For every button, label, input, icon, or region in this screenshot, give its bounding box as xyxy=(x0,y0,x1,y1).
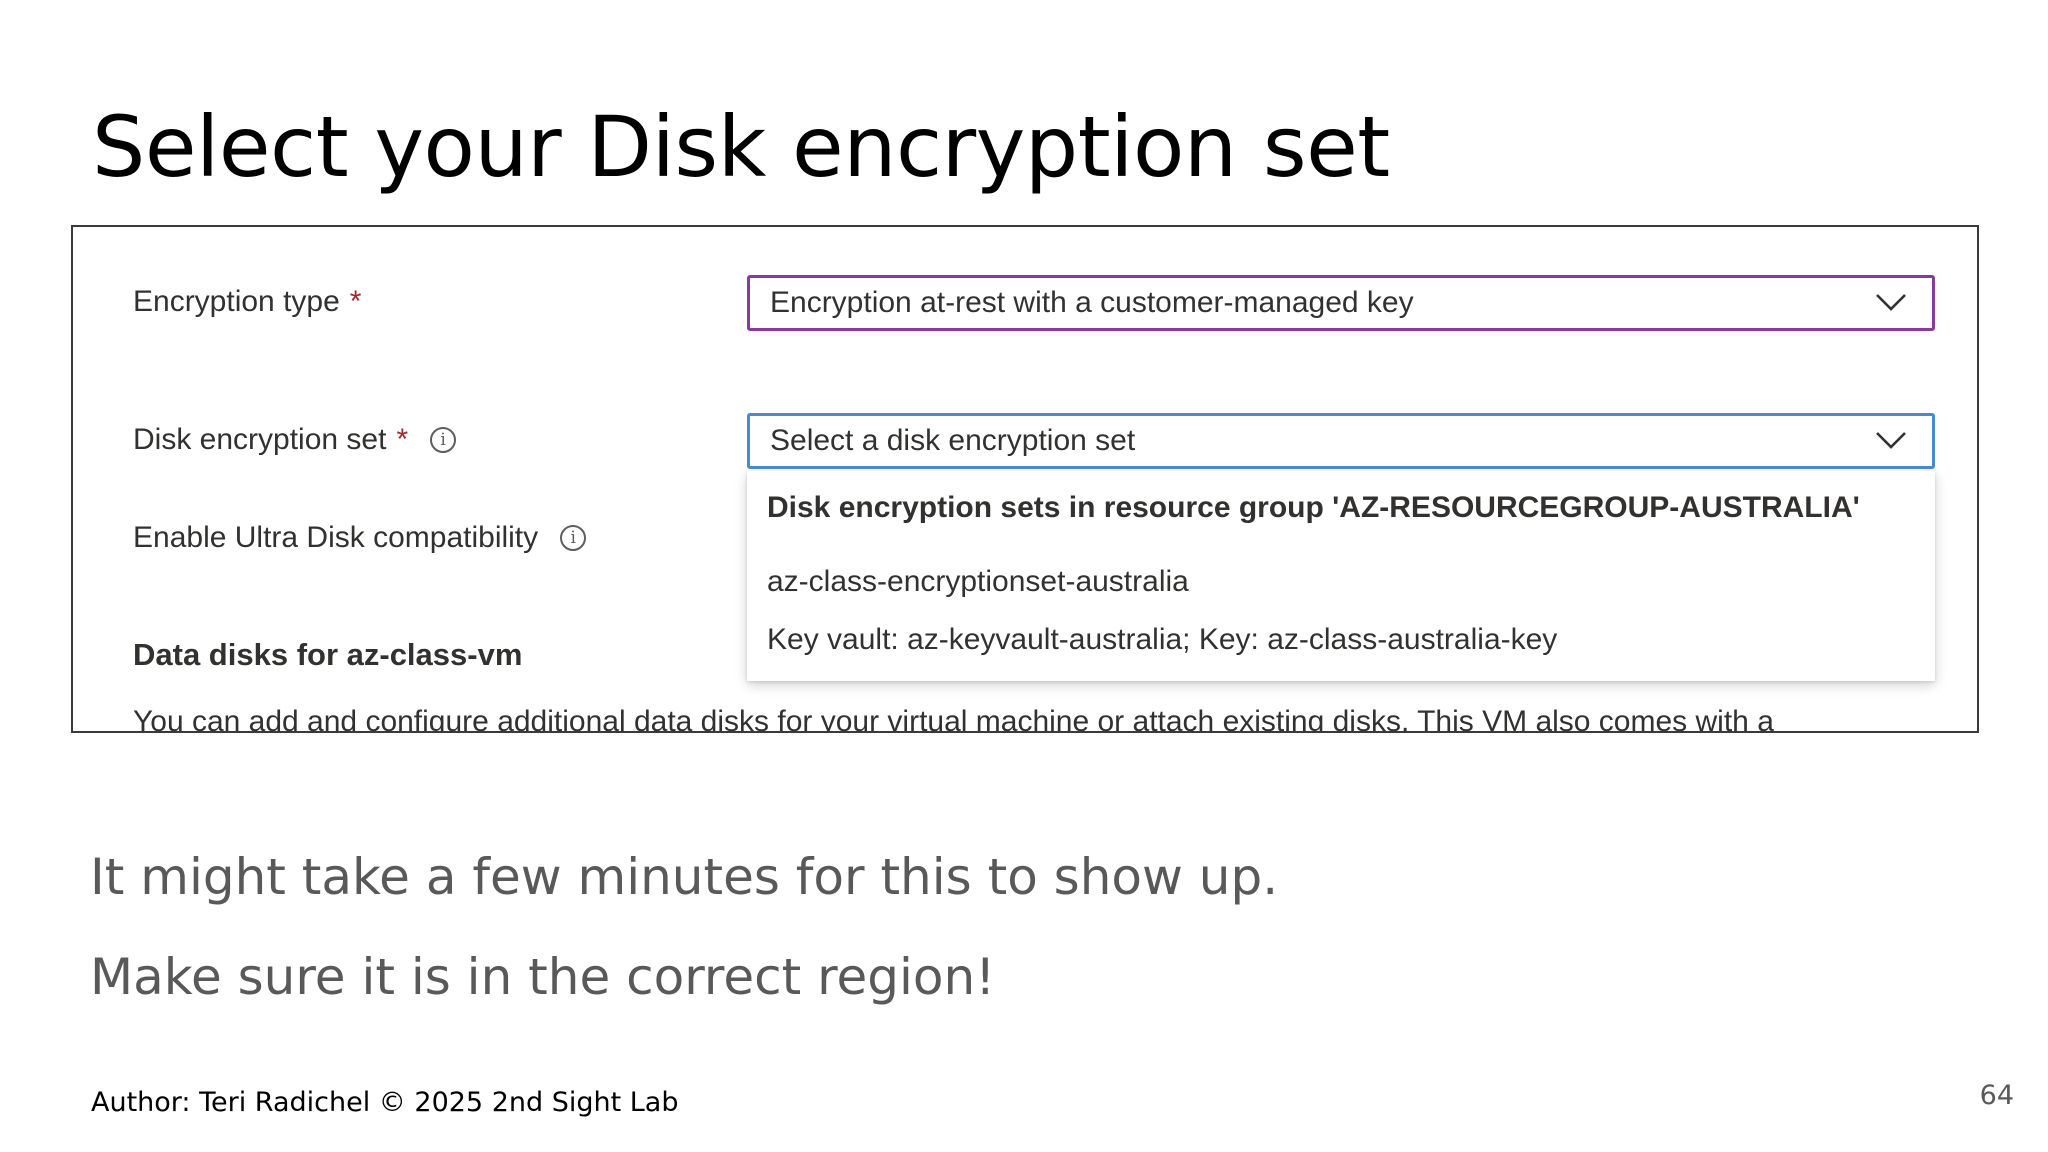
note-region: Make sure it is in the correct region! xyxy=(90,948,996,1006)
chevron-down-icon xyxy=(1876,432,1906,449)
disk-encryption-set-label-text: Disk encryption set xyxy=(133,423,387,456)
slide-title: Select your Disk encryption set xyxy=(92,98,1390,196)
disk-encryption-set-dropdown[interactable]: Select a disk encryption set xyxy=(747,413,1935,469)
data-disks-heading: Data disks for az-class-vm xyxy=(133,637,523,672)
menu-option-encryption-set[interactable]: az-class-encryptionset-australia Key vau… xyxy=(747,555,1935,671)
required-asterisk: * xyxy=(349,285,362,318)
ultra-disk-label-text: Enable Ultra Disk compatibility xyxy=(133,521,539,554)
data-disks-description: You can add and configure additional dat… xyxy=(133,705,1774,733)
footer-author: Author: Teri Radichel © 2025 2nd Sight L… xyxy=(91,1087,679,1118)
disk-encryption-set-placeholder: Select a disk encryption set xyxy=(770,424,1136,457)
chevron-down-icon xyxy=(1876,294,1906,311)
required-asterisk: * xyxy=(396,423,409,456)
menu-option-name: az-class-encryptionset-australia xyxy=(767,565,1189,598)
slide: Select your Disk encryption set Encrypti… xyxy=(0,0,2048,1152)
azure-disk-encryption-screenshot: Encryption type * Encryption at-rest wit… xyxy=(71,225,1979,733)
encryption-type-dropdown[interactable]: Encryption at-rest with a customer-manag… xyxy=(747,275,1935,331)
info-icon[interactable]: i xyxy=(560,525,587,551)
disk-encryption-set-menu: Disk encryption sets in resource group '… xyxy=(747,471,1935,681)
note-delay: It might take a few minutes for this to … xyxy=(90,848,1279,906)
encryption-type-label: Encryption type * xyxy=(133,285,361,319)
info-icon[interactable]: i xyxy=(430,427,457,453)
menu-group-header: Disk encryption sets in resource group '… xyxy=(767,491,1860,524)
ultra-disk-label: Enable Ultra Disk compatibility i xyxy=(133,521,587,555)
page-number: 64 xyxy=(1979,1080,2014,1111)
disk-encryption-set-label: Disk encryption set * i xyxy=(133,423,457,457)
menu-option-detail: Key vault: az-keyvault-australia; Key: a… xyxy=(767,623,1558,656)
encryption-type-value: Encryption at-rest with a customer-manag… xyxy=(770,286,1414,319)
encryption-type-label-text: Encryption type xyxy=(133,285,340,318)
